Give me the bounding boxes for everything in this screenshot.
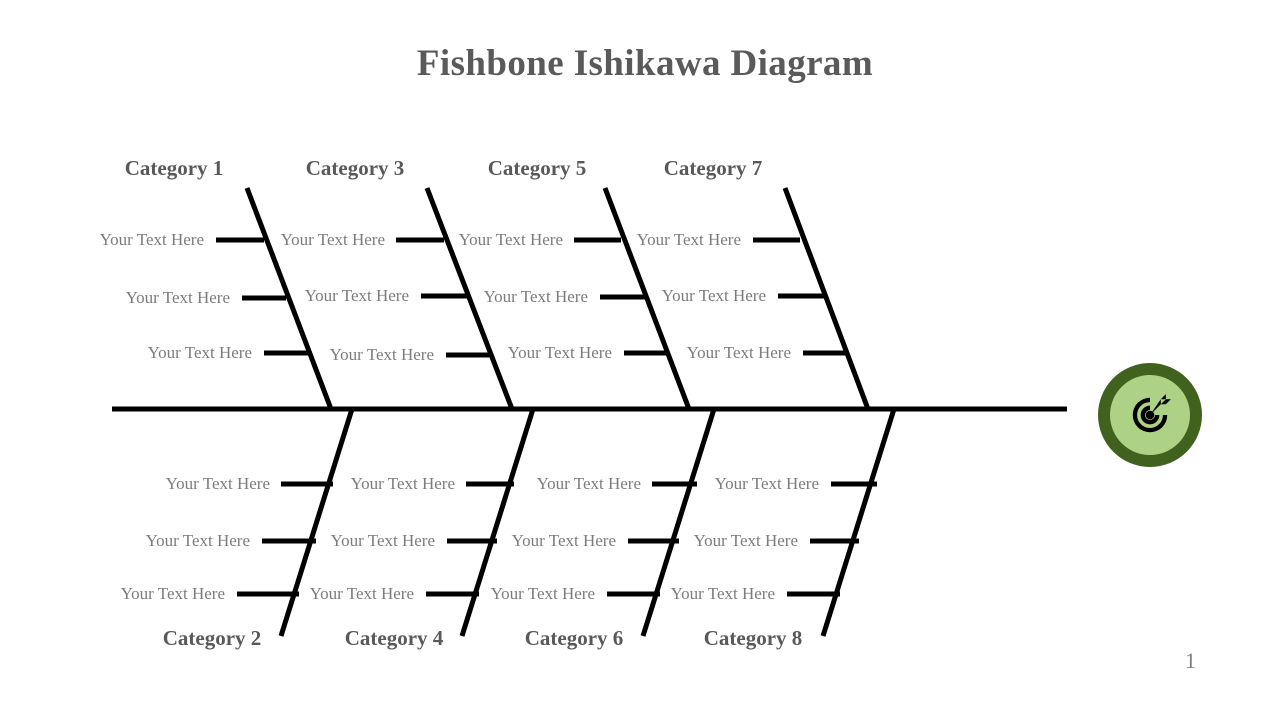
target-icon: [1132, 394, 1171, 433]
leaf-label-3-3: Your Text Here: [507, 343, 612, 362]
leaf-label-6-2: Your Text Here: [330, 531, 435, 550]
leaf-label-8-2: Your Text Here: [693, 531, 798, 550]
category-label-6: Category 4: [344, 626, 444, 650]
category-label-8: Category 8: [703, 626, 803, 650]
leaf-label-6-3: Your Text Here: [309, 584, 414, 603]
leaf-label-5-1: Your Text Here: [165, 474, 270, 493]
category-bone-8: [820, 408, 897, 637]
category-label-1: Category 1: [124, 156, 224, 180]
leaf-label-3-2: Your Text Here: [483, 287, 588, 306]
leaf-label-1-3: Your Text Here: [147, 343, 252, 362]
leaf-label-4-3: Your Text Here: [686, 343, 791, 362]
target-badge-inner: [1110, 375, 1190, 455]
leaf-label-8-1: Your Text Here: [714, 474, 819, 493]
category-label-2: Category 3: [305, 156, 405, 180]
leaf-label-3-1: Your Text Here: [458, 230, 563, 249]
leaf-label-4-1: Your Text Here: [636, 230, 741, 249]
bones-group: [112, 187, 1067, 637]
slide-canvas: Fishbone Ishikawa Diagram Your Text Here…: [0, 0, 1280, 720]
leaf-label-6-1: Your Text Here: [350, 474, 455, 493]
leaf-label-8-3: Your Text Here: [670, 584, 775, 603]
leaf-label-2-3: Your Text Here: [329, 345, 434, 364]
page-number: 1: [1185, 648, 1196, 673]
leaf-label-1-1: Your Text Here: [99, 230, 204, 249]
leaf-label-5-3: Your Text Here: [120, 584, 225, 603]
leaf-label-2-2: Your Text Here: [304, 286, 409, 305]
leaf-label-1-2: Your Text Here: [125, 288, 230, 307]
category-label-3: Category 5: [487, 156, 587, 180]
category-label-5: Category 2: [162, 626, 262, 650]
leaf-label-7-2: Your Text Here: [511, 531, 616, 550]
leaf-label-7-3: Your Text Here: [490, 584, 595, 603]
category-label-7: Category 6: [524, 626, 624, 650]
leaf-label-4-2: Your Text Here: [661, 286, 766, 305]
leaf-label-2-1: Your Text Here: [280, 230, 385, 249]
leaf-label-5-2: Your Text Here: [145, 531, 250, 550]
target-badge[interactable]: [1098, 363, 1202, 467]
category-label-4: Category 7: [663, 156, 763, 180]
leaf-label-7-1: Your Text Here: [536, 474, 641, 493]
